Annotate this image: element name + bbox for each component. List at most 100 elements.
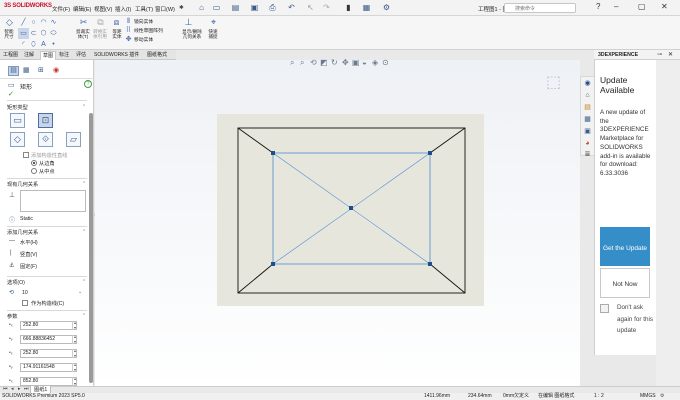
menu-edit[interactable]: 编辑(E) [73,5,91,13]
from-corner-radio[interactable] [31,160,37,166]
param-spinner[interactable]: ▴ ▾ [72,376,77,386]
display-relations-icon[interactable]: ⊥ [183,17,194,28]
tab-drawing[interactable]: 工程图 [1,51,20,60]
param-field[interactable]: 252.80 [20,321,77,330]
appearance-icon[interactable]: ⊙ [382,58,389,67]
file-explorer-icon[interactable]: ▦ [583,115,592,124]
smart-dimension-icon[interactable]: ◇ [4,17,15,28]
mirror-label[interactable]: 镜向实体 [134,18,153,25]
vertical-icon[interactable]: | [10,250,12,256]
status-settings-icon[interactable]: ⚙ [660,393,664,400]
convert-entities-icon[interactable]: ⧉ [95,17,106,28]
undo-icon[interactable]: ↶ [287,3,296,12]
ok-check-icon[interactable]: ✓ [8,90,14,98]
horizontal-relation-button[interactable]: 水平(H) [20,239,38,246]
option-value[interactable]: 10 [22,290,28,296]
tab-markup[interactable]: 标注 [57,51,71,60]
rotate-icon[interactable]: ↻ [331,58,338,67]
mirror-icon[interactable]: ⫴ [124,16,133,25]
zoom-area-icon[interactable]: ⌕ [300,58,304,68]
feature-tree-tab-icon[interactable]: ▤ [8,66,19,76]
menu-insert[interactable]: 插入(I) [115,5,131,13]
hide-show-icon[interactable]: ◈ [372,58,378,67]
tab-sketch[interactable]: 草图 [40,51,57,60]
menu-view[interactable]: 视图(V) [94,5,112,13]
move-entities-label[interactable]: 移动实体 [134,36,153,43]
linear-pattern-label[interactable]: 线性草图阵列 [134,27,163,34]
close-icon[interactable]: ✕ [661,2,668,11]
tab-annotation[interactable]: 注解 [22,51,36,60]
param-spinner[interactable]: ▴ ▾ [72,362,77,372]
search-input[interactable]: 搜索命令 [504,3,576,13]
pan-icon[interactable]: ✥ [342,58,349,67]
ellipse-icon[interactable]: ⬭ [48,28,59,39]
maximize-icon[interactable]: ▢ [638,2,646,11]
menu-tools[interactable]: 工具(T) [135,5,153,13]
resources-icon[interactable]: ⌂ [583,91,592,100]
close-panel-icon[interactable]: ✕ [668,51,673,58]
minimize-icon[interactable]: – [614,2,618,11]
pin-icon[interactable]: ✱ [179,5,184,11]
view-palette-icon[interactable]: ▣ [583,127,592,136]
previous-view-icon[interactable]: ⟲ [310,58,317,67]
smart-dimension-label[interactable]: 智能 尺寸 [0,29,18,39]
settings-icon[interactable]: ⚙ [382,3,391,12]
param-field[interactable]: 252.80 [20,349,77,358]
nav-next-icon[interactable]: ▸ [18,386,21,392]
point-icon[interactable]: • [48,39,59,50]
existing-relations-list[interactable] [20,190,86,212]
3point-center-rectangle-button[interactable]: ⟐ [38,132,53,147]
new-document-icon[interactable]: ▭ [212,3,221,12]
rebuild-icon[interactable]: ▦ [362,3,371,12]
param-field[interactable]: 174.91161548 [20,363,77,372]
nav-first-icon[interactable]: ⏮ [3,386,8,392]
save-icon[interactable]: ▣ [250,3,259,12]
chevron-up-icon[interactable]: ⌃ [82,104,86,110]
units-label[interactable]: MMGS [640,393,656,400]
display-manager-tab-icon[interactable]: ◉ [53,66,59,74]
dont-ask-checkbox[interactable] [600,304,609,313]
fix-relation-button[interactable]: 固定(F) [20,263,37,270]
tab-evaluate[interactable]: 评估 [74,51,88,60]
property-manager-scrollbar[interactable] [89,113,93,383]
chevron-up-icon[interactable]: ⌃ [82,229,86,235]
tab-sheet-format[interactable]: 图纸格式 [145,51,169,60]
parallelogram-button[interactable]: ▱ [66,132,81,147]
help-icon[interactable]: ? [596,2,600,11]
param-spinner[interactable]: ▴ ▾ [72,334,77,344]
home-icon[interactable]: ⌂ [197,3,206,12]
3point-corner-rectangle-button[interactable]: ◇ [10,132,25,147]
zoom-to-fit-icon[interactable]: ⌕ [290,58,294,68]
help-icon[interactable]: ? [84,80,92,88]
section-view-icon[interactable]: ◩ [320,58,328,67]
get-update-button[interactable]: Get the Update [600,227,650,266]
fix-icon[interactable]: ⚓ [9,262,14,269]
param-spinner[interactable]: ▴ ▾ [72,320,77,330]
linear-pattern-icon[interactable]: ⠿ [124,25,133,34]
solidworks-logo[interactable]: 3S SOLIDWORKS [4,3,52,9]
menu-window[interactable]: 窗口(W) [155,5,175,13]
design-library-icon[interactable]: ▤ [583,103,592,112]
tab-addins[interactable]: SOLIDWORKS 插件 [92,51,141,60]
open-icon[interactable]: ▤ [231,3,240,12]
construction-checkbox[interactable] [22,300,28,306]
not-now-button[interactable]: Not Now [600,268,650,298]
display-relations-label[interactable]: 显示/删除 几何关系 [178,29,206,39]
custom-properties-icon[interactable]: ≣ [583,150,592,159]
view-orientation-icon[interactable]: ▣ [352,58,360,67]
pin-icon[interactable]: ⊸ [657,51,662,58]
param-spinner[interactable]: ▴ ▾ [72,348,77,358]
chevron-up-icon[interactable]: ⌃ [82,313,86,319]
chevron-up-icon[interactable]: ⌃ [82,279,86,285]
trim-entities-icon[interactable]: ✂ [78,17,89,28]
scale-label[interactable]: 1 : 2 [594,393,604,400]
nav-prev-icon[interactable]: ◂ [11,386,14,392]
param-field[interactable]: 852.80 [20,377,77,386]
select-icon[interactable]: ↖ [306,3,315,12]
quick-snaps-icon[interactable]: ⌖ [208,17,219,28]
add-construction-checkbox[interactable] [23,152,29,158]
offset-entities-icon[interactable]: ⧈ [111,17,122,28]
param-field[interactable]: 666.88836452 [20,335,77,344]
redo-icon[interactable]: ↷ [322,3,331,12]
from-midpoint-radio[interactable] [31,168,37,174]
